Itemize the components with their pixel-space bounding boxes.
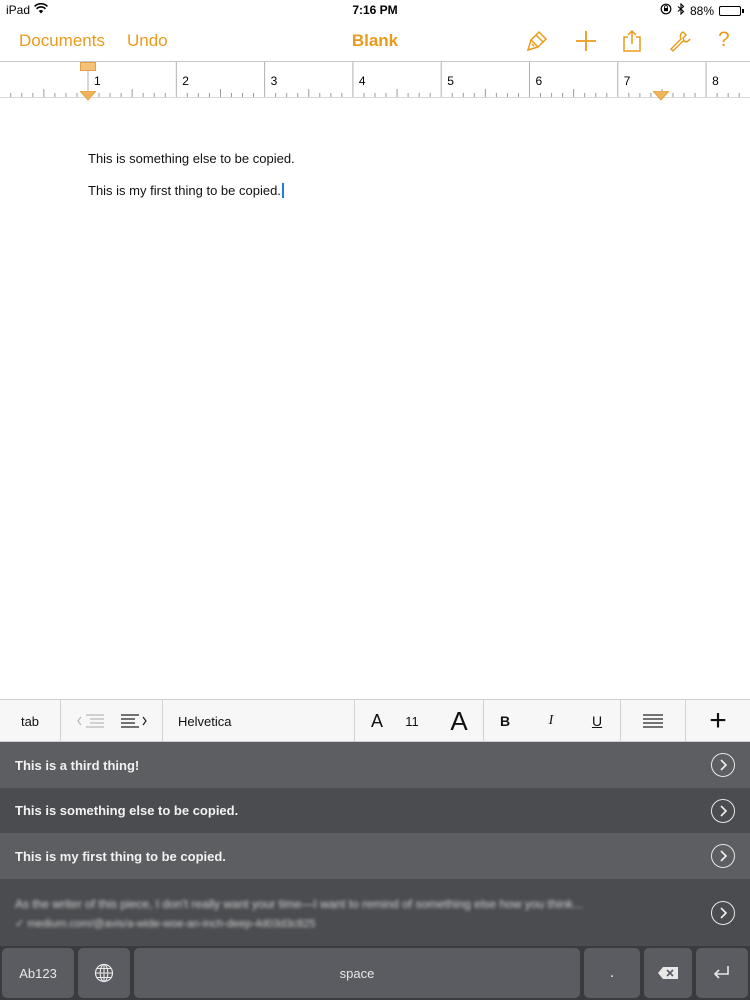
status-right: 88% — [660, 2, 744, 18]
delete-icon[interactable] — [644, 948, 692, 998]
ruler-number: 3 — [270, 74, 278, 88]
bold-button[interactable]: B — [490, 700, 520, 742]
font-size-increase-button[interactable]: A — [440, 700, 478, 742]
chevron-right-icon[interactable] — [711, 844, 735, 868]
ruler-number: 2 — [182, 74, 189, 88]
ruler-ticks — [10, 62, 740, 97]
insert-plus-button[interactable]: + — [686, 700, 750, 742]
help-icon[interactable]: ? — [718, 28, 730, 52]
suggestion-item[interactable]: This is something else to be copied. — [0, 788, 750, 833]
document-line-text: This is my first thing to be copied. — [88, 183, 281, 198]
align-justify-icon[interactable] — [625, 700, 680, 742]
period-key[interactable]: . — [584, 948, 640, 998]
space-key[interactable]: space — [134, 948, 580, 998]
status-time: 7:16 PM — [352, 3, 398, 17]
clipboard-suggestions: This is a third thing! This is something… — [0, 742, 750, 946]
undo-button[interactable]: Undo — [127, 31, 168, 51]
document-line[interactable]: This is my first thing to be copied. — [88, 183, 284, 198]
wrench-icon[interactable] — [667, 28, 693, 54]
ruler-number: 6 — [535, 74, 543, 88]
toolbar: Documents Undo Blank ? — [0, 20, 750, 62]
paintbrush-icon[interactable] — [524, 28, 550, 54]
suggestion-item[interactable]: This is my first thing to be copied. — [0, 833, 750, 879]
plus-icon[interactable] — [573, 28, 599, 54]
font-size-decrease-button[interactable]: A — [362, 700, 392, 742]
bluetooth-icon — [677, 2, 685, 18]
suggestion-text: This is my first thing to be copied. — [15, 848, 226, 864]
document-line[interactable]: This is something else to be copied. — [88, 151, 295, 166]
font-name-button[interactable]: Helvetica — [163, 700, 353, 742]
chevron-right-icon[interactable] — [711, 753, 735, 777]
text-cursor — [281, 183, 284, 198]
indent-icon[interactable] — [115, 700, 153, 742]
status-bar: iPad 7:16 PM 88% — [0, 0, 750, 20]
first-line-indent-marker[interactable] — [80, 62, 96, 71]
battery-percent: 88% — [689, 3, 714, 18]
outdent-icon[interactable] — [72, 700, 110, 742]
ruler-number: 7 — [623, 74, 631, 88]
mode-switch-key[interactable]: Ab123 — [2, 948, 74, 998]
document-line-text: This is something else to be copied. — [88, 151, 295, 166]
document-canvas[interactable]: This is something else to be copied. Thi… — [0, 99, 750, 699]
suggestion-item-blurred[interactable]: As the writer of this piece, I don't rea… — [0, 879, 750, 946]
suggestion-text: This is something else to be copied. — [15, 803, 239, 818]
ruler: 1 2 3 4 5 6 7 8 — [0, 62, 750, 101]
keyboard-shortcut-bar: tab Helvetica A 11 A B I U + — [0, 699, 750, 742]
pages-app-screen: iPad 7:16 PM 88% Documents Undo Blank ? … — [0, 0, 750, 1000]
ruler-number: 4 — [358, 74, 366, 88]
font-size-value[interactable]: 11 — [396, 700, 428, 742]
blurred-suggestion-line: As the writer of this piece, I don't rea… — [15, 897, 583, 911]
return-icon[interactable] — [696, 948, 748, 998]
italic-button[interactable]: I — [536, 700, 566, 742]
tab-key[interactable]: tab — [0, 700, 60, 742]
ruler-number: 8 — [712, 74, 719, 88]
chevron-right-icon[interactable] — [711, 798, 735, 823]
ruler-number: 5 — [447, 74, 454, 88]
share-icon[interactable] — [619, 28, 645, 54]
documents-button[interactable]: Documents — [19, 31, 105, 51]
suggestion-item[interactable]: This is a third thing! — [0, 742, 750, 788]
blurred-suggestion-url: ✓ medium.com/@avis/a-wide-woe-an-inch-de… — [15, 918, 316, 930]
keyboard-bottom-row: Ab123 space . — [0, 946, 750, 1000]
ruler-number: 1 — [94, 74, 101, 88]
suggestion-text: This is a third thing! — [15, 757, 140, 773]
battery-icon — [719, 5, 744, 16]
globe-icon[interactable] — [78, 948, 130, 998]
rotation-lock-icon — [660, 3, 672, 18]
chevron-right-icon[interactable] — [711, 900, 735, 925]
underline-button[interactable]: U — [582, 700, 612, 742]
